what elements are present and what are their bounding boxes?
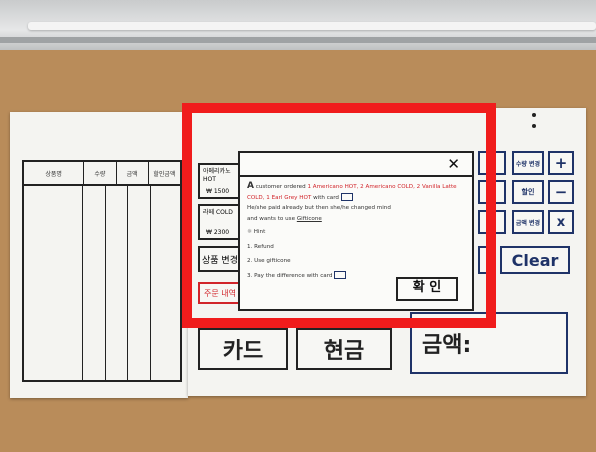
marker-dot <box>532 124 536 128</box>
minus-button[interactable]: − <box>548 180 574 204</box>
times-button[interactable]: x <box>548 210 574 234</box>
amount-change-button[interactable]: 금액 변경 <box>512 210 544 234</box>
qty-change-label: 수량 변경 <box>515 160 541 168</box>
amount-label: 금액: <box>422 333 472 358</box>
cash-label: 현금 <box>323 339 365 364</box>
card-label: 카드 <box>222 339 264 364</box>
header-discount: 할인금액 <box>153 171 176 178</box>
table-divider <box>105 184 106 380</box>
minus-label: − <box>554 183 568 201</box>
table-header: 상품명 수량 금액 할인금액 <box>24 162 180 186</box>
highlight-frame <box>182 103 496 328</box>
table-divider <box>82 184 83 380</box>
card-button[interactable]: 카드 <box>198 328 288 370</box>
cash-button[interactable]: 현금 <box>296 328 392 370</box>
marker-dot <box>532 113 536 117</box>
shelf-edge <box>0 37 596 43</box>
amount-change-label: 금액 변경 <box>515 219 541 227</box>
shelf-background <box>0 0 596 50</box>
table-divider <box>150 184 151 380</box>
order-table: 상품명 수량 금액 할인금액 <box>22 160 182 382</box>
plus-label: + <box>554 154 568 172</box>
table-divider <box>127 184 128 380</box>
header-amount: 금액 <box>117 162 149 184</box>
shelf-rail <box>28 22 596 30</box>
plus-button[interactable]: + <box>548 151 574 175</box>
header-product: 상품명 <box>24 162 85 184</box>
qty-change-button[interactable]: 수량 변경 <box>512 151 544 175</box>
discount-button[interactable]: 할인 <box>512 180 544 204</box>
times-label: x <box>556 214 566 230</box>
discount-label: 할인 <box>521 188 535 196</box>
clear-button[interactable]: Clear <box>500 246 570 274</box>
clear-label: Clear <box>511 250 559 270</box>
header-qty: 수량 <box>84 162 117 184</box>
